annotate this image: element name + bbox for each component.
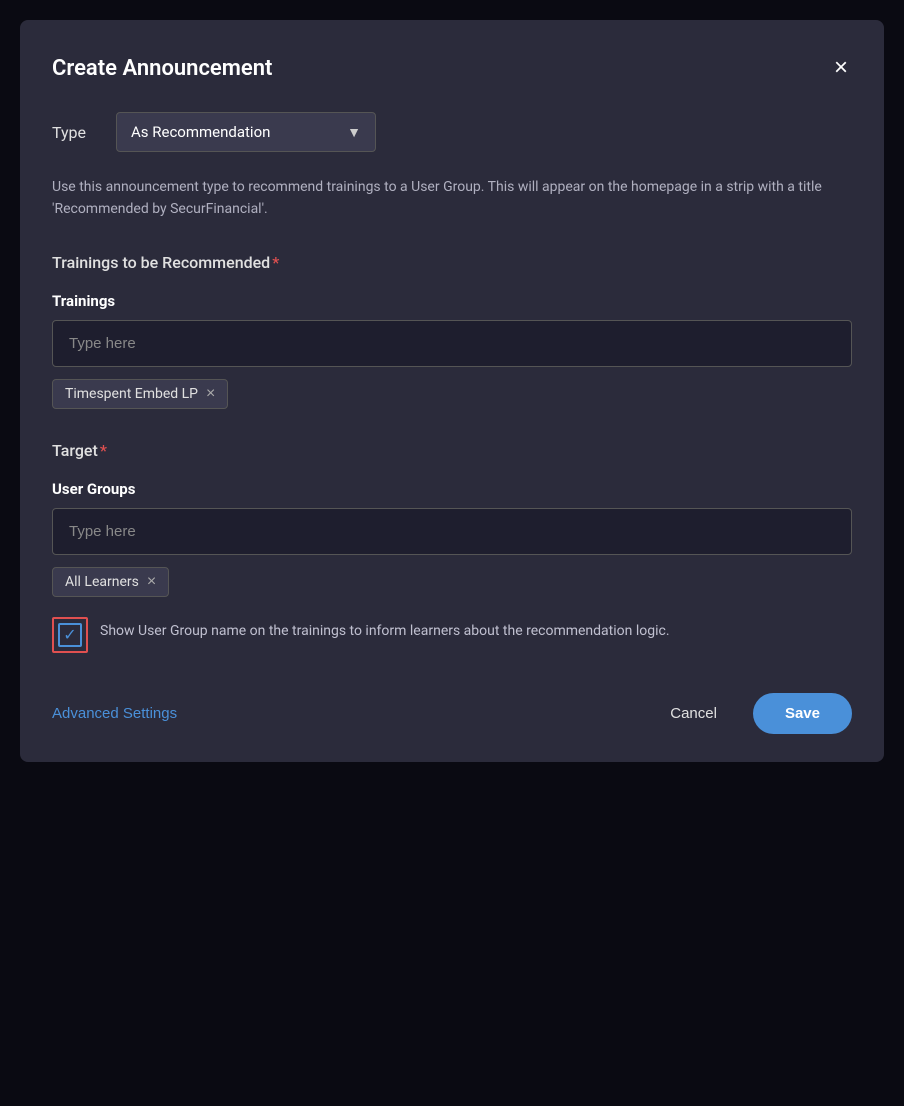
user-groups-input[interactable]	[52, 508, 852, 555]
user-groups-section: User Groups All Learners ×	[52, 480, 852, 597]
modal-dialog: Create Announcement × Type As Recommenda…	[20, 20, 884, 762]
description-text: Use this announcement type to recommend …	[52, 176, 852, 221]
trainings-section-title: Trainings to be Recommended*	[52, 253, 852, 272]
save-button[interactable]: Save	[753, 693, 852, 734]
chevron-down-icon: ▼	[347, 124, 361, 141]
training-tag-remove-button[interactable]: ×	[206, 386, 215, 402]
trainings-input[interactable]	[52, 320, 852, 367]
training-tag: Timespent Embed LP ×	[52, 379, 228, 409]
show-user-group-checkbox[interactable]: ✓	[58, 623, 82, 647]
trainings-section: Trainings to be Recommended* Trainings T…	[52, 253, 852, 409]
modal-overlay: Create Announcement × Type As Recommenda…	[0, 0, 904, 1106]
trainings-tag-container: Timespent Embed LP ×	[52, 379, 852, 409]
type-select-value: As Recommendation	[131, 123, 270, 141]
footer-action-buttons: Cancel Save	[650, 693, 852, 734]
close-button[interactable]: ×	[830, 52, 852, 84]
checkbox-row: ✓ Show User Group name on the trainings …	[52, 617, 852, 653]
modal-header: Create Announcement ×	[52, 52, 852, 84]
type-select-dropdown[interactable]: As Recommendation ▼	[116, 112, 376, 152]
type-label: Type	[52, 123, 100, 142]
user-groups-tag-container: All Learners ×	[52, 567, 852, 597]
training-tag-label: Timespent Embed LP	[65, 386, 198, 402]
modal-title: Create Announcement	[52, 56, 272, 81]
checkbox-label-text: Show User Group name on the trainings to…	[100, 617, 670, 642]
checkbox-outer-wrapper: ✓	[52, 617, 88, 653]
user-group-tag: All Learners ×	[52, 567, 169, 597]
user-groups-field-label: User Groups	[52, 480, 852, 498]
target-section-title: Target*	[52, 441, 852, 460]
modal-footer: Advanced Settings Cancel Save	[52, 693, 852, 734]
cancel-button[interactable]: Cancel	[650, 695, 737, 732]
user-group-tag-label: All Learners	[65, 574, 139, 590]
advanced-settings-button[interactable]: Advanced Settings	[52, 705, 177, 722]
checkmark-icon: ✓	[63, 627, 76, 643]
trainings-field-label: Trainings	[52, 292, 852, 310]
user-group-tag-remove-button[interactable]: ×	[147, 574, 156, 590]
target-section: Target* User Groups All Learners × ✓	[52, 441, 852, 653]
type-row: Type As Recommendation ▼	[52, 112, 852, 152]
